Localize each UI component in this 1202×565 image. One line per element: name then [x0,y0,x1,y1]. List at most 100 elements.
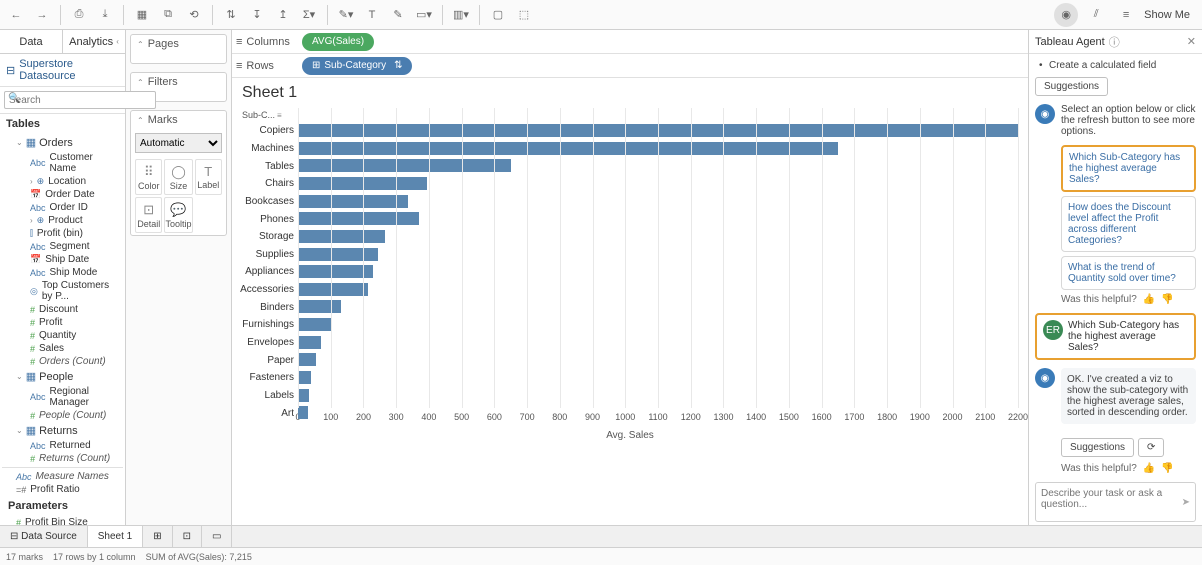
refresh-button[interactable]: ⟳ [1138,438,1164,457]
clear-icon[interactable]: ⟲ [182,3,206,27]
agent-toggle-icon[interactable]: ◉ [1054,3,1078,27]
mark-label[interactable]: TLabel [195,159,223,195]
totals-icon[interactable]: Σ▾ [297,3,321,27]
thumbs-down-icon[interactable]: 👎 [1161,463,1173,474]
pages-shelf[interactable]: ⌃Pages [130,34,227,64]
group-orders[interactable]: ⌄▦Orders [2,134,123,151]
duplicate-icon[interactable]: ⧉ [156,3,180,27]
columns-shelf[interactable]: ≡Columns AVG(Sales) [232,30,1028,54]
showme-icon[interactable]: ≡ [1114,3,1138,27]
field-sales[interactable]: #Sales [2,342,123,355]
suggestion-card-1[interactable]: Which Sub-Category has the highest avera… [1061,145,1196,192]
field-returned[interactable]: AbcReturned [2,439,123,452]
pill-avg-sales[interactable]: AVG(Sales) [302,33,374,51]
bar[interactable] [298,353,316,366]
pill-subcategory[interactable]: ⊞Sub-Category⇅ [302,57,412,75]
search-input[interactable] [4,91,156,109]
param-profit-bin[interactable]: #Profit Bin Size [2,516,123,525]
agent-action-item[interactable]: Create a calculated field [1035,60,1196,71]
new-sheet-icon[interactable]: ⊞ [143,526,172,547]
tab-datasource[interactable]: ⊟ Data Source [0,526,88,547]
field-profit[interactable]: #Profit [2,316,123,329]
field-measure-names[interactable]: AbcMeasure Names [2,470,123,483]
format-pane-icon[interactable]: ⫽ [1084,3,1108,27]
field-location[interactable]: ›⊕Location [2,175,123,188]
close-icon[interactable]: ✕ [1187,35,1196,48]
field-ship-date[interactable]: 📅Ship Date [2,253,123,266]
tab-analytics[interactable]: Analytics ‹ [63,30,125,53]
mark-size[interactable]: ◯Size [164,159,192,195]
agent-textarea[interactable] [1041,488,1178,516]
fit-icon[interactable]: ▭▾ [412,3,436,27]
bar[interactable] [298,371,311,384]
bar[interactable] [298,336,321,349]
field-profit-ratio[interactable]: =#Profit Ratio [2,483,123,496]
field-people-count[interactable]: #People (Count) [2,409,123,422]
new-dashboard-icon[interactable]: ⊡ [173,526,202,547]
info-icon[interactable]: ⓘ [1109,34,1120,50]
bar[interactable] [298,318,331,331]
suggestion-card-2[interactable]: How does the Discount level affect the P… [1061,196,1196,252]
tab-data[interactable]: Data [0,30,63,53]
field-quantity[interactable]: #Quantity [2,329,123,342]
thumbs-up-icon[interactable]: 👍 [1143,294,1155,305]
agent-input[interactable]: ➤ [1035,482,1196,522]
field-order-date[interactable]: 📅Order Date [2,188,123,201]
new-worksheet-icon[interactable]: ▦ [130,3,154,27]
swap-icon[interactable]: ⇅ [219,3,243,27]
format-icon[interactable]: ✎ [386,3,410,27]
thumbs-up-icon[interactable]: 👍 [1143,463,1155,474]
thumbs-down-icon[interactable]: 👎 [1161,294,1173,305]
field-returns-count[interactable]: #Returns (Count) [2,452,123,465]
chart[interactable]: Sub-C...≡ CopiersMachinesTablesChairsBoo… [242,108,1018,428]
mark-detail[interactable]: ⊡Detail [135,197,162,233]
bar[interactable] [298,248,378,261]
bar[interactable] [298,230,385,243]
share-icon[interactable]: ⬚ [512,3,536,27]
suggestion-card-3[interactable]: What is the trend of Quantity sold over … [1061,256,1196,290]
datasource-link[interactable]: ⊟ Superstore Datasource [0,54,125,87]
highlight-icon[interactable]: ✎▾ [334,3,358,27]
y-tick: Bookcases [242,193,298,211]
mark-color[interactable]: ⠿Color [135,159,162,195]
bar[interactable] [298,265,373,278]
field-segment[interactable]: AbcSegment [2,240,123,253]
sort-desc-icon[interactable]: ↥ [271,3,295,27]
suggestions-button[interactable]: Suggestions [1035,77,1108,96]
field-customer-name[interactable]: AbcCustomer Name [2,151,123,175]
back-icon[interactable]: ← [4,3,28,27]
showme-label[interactable]: Show Me [1144,9,1190,21]
field-top-customers[interactable]: ◎Top Customers by P... [2,279,123,303]
forward-icon[interactable]: → [30,3,54,27]
new-data-icon[interactable]: ⤓ [93,3,117,27]
bar[interactable] [298,406,308,419]
tab-sheet1[interactable]: Sheet 1 [88,526,143,547]
field-order-id[interactable]: AbcOrder ID [2,201,123,214]
text-icon[interactable]: T [360,3,384,27]
field-profit-bin[interactable]: ⫿Profit (bin) [2,227,123,240]
sort-indicator-icon[interactable]: ≡ [277,111,282,120]
field-orders-count[interactable]: #Orders (Count) [2,355,123,368]
group-returns[interactable]: ⌄▦Returns [2,422,123,439]
bar[interactable] [298,212,419,225]
field-product[interactable]: ›⊕Product [2,214,123,227]
field-ship-mode[interactable]: AbcShip Mode [2,266,123,279]
bar[interactable] [298,283,368,296]
group-people[interactable]: ⌄▦People [2,368,123,385]
presentation-icon[interactable]: ▢ [486,3,510,27]
bar[interactable] [298,195,408,208]
chart-type-icon[interactable]: ▥▾ [449,3,473,27]
rows-shelf[interactable]: ≡Rows ⊞Sub-Category⇅ [232,54,1028,78]
mark-tooltip[interactable]: 💬Tooltip [164,197,192,233]
send-icon[interactable]: ➤ [1182,497,1190,508]
save-icon[interactable]: ⎙ [67,3,91,27]
suggestions-button-2[interactable]: Suggestions [1061,438,1134,457]
bar[interactable] [298,300,341,313]
sort-asc-icon[interactable]: ↧ [245,3,269,27]
field-regional-manager[interactable]: AbcRegional Manager [2,385,123,409]
sheet-title[interactable]: Sheet 1 [232,78,1028,108]
marks-type-select[interactable]: Automatic [135,133,222,153]
bar[interactable] [298,389,309,402]
field-discount[interactable]: #Discount [2,303,123,316]
new-story-icon[interactable]: ▭ [202,526,232,547]
